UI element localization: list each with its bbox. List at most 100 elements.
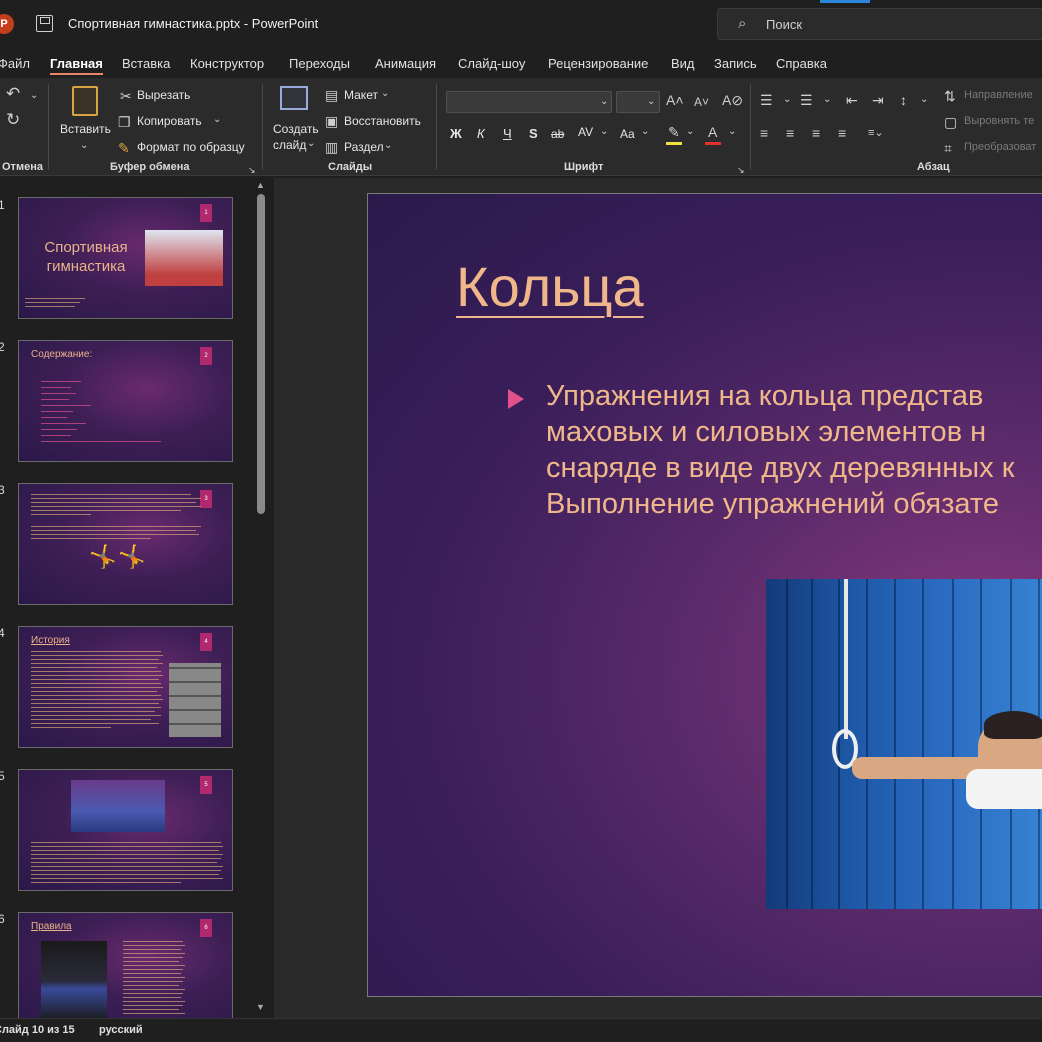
bold-button[interactable]: Ж xyxy=(450,126,462,141)
slide-thumbnail-4[interactable]: 4 История xyxy=(18,626,233,748)
copy-dropdown-icon[interactable]: ⌄ xyxy=(213,112,221,128)
slide-body-line[interactable]: маховых и силовых элементов н xyxy=(546,416,986,449)
line-spacing-dropdown-icon[interactable]: ⌄ xyxy=(920,92,928,108)
slide-body-line[interactable]: Упражнения на кольца представ xyxy=(546,380,983,413)
tab-insert[interactable]: Вставка xyxy=(122,56,170,71)
char-spacing-button[interactable]: AV xyxy=(578,125,593,139)
grow-font-icon[interactable]: A˄ xyxy=(666,92,684,108)
strikethrough-button[interactable]: ab xyxy=(551,127,564,141)
tab-home[interactable]: Главная xyxy=(50,56,103,75)
slide-thumbnail-5[interactable]: 5 xyxy=(18,769,233,891)
scroll-down-icon[interactable]: ▼ xyxy=(256,1002,265,1012)
line-spacing-icon[interactable]: ↕ xyxy=(900,92,907,108)
align-left-icon[interactable]: ≡ xyxy=(760,125,768,141)
reset-icon[interactable]: ▣ xyxy=(325,113,338,129)
cut-icon[interactable]: ✂ xyxy=(120,88,132,104)
layout-icon[interactable]: ▤ xyxy=(325,87,338,103)
copy-icon[interactable]: ❐ xyxy=(118,114,131,130)
clipboard-launcher-icon[interactable]: ↘ xyxy=(248,162,256,178)
current-slide[interactable]: Кольца Упражнения на кольца представ мах… xyxy=(367,193,1042,997)
undo-icon[interactable]: ↶ xyxy=(6,85,20,102)
shrink-font-icon[interactable]: A˅ xyxy=(694,94,709,110)
paste-dropdown-icon[interactable]: ⌄ xyxy=(80,138,88,154)
save-icon[interactable] xyxy=(36,15,53,32)
clear-formatting-icon[interactable]: A⊘ xyxy=(722,92,743,108)
scroll-thumb[interactable] xyxy=(257,194,265,514)
change-case-dropdown-icon[interactable]: ⌄ xyxy=(641,124,649,140)
justify-icon[interactable]: ≡ xyxy=(838,125,846,141)
increase-indent-icon[interactable]: ⇥ xyxy=(872,92,884,108)
align-text-icon[interactable]: ▢ xyxy=(944,114,957,130)
new-slide-dropdown-icon[interactable]: ⌄ xyxy=(307,136,315,152)
italic-button[interactable]: К xyxy=(477,126,485,141)
section-dropdown-icon[interactable]: ⌄ xyxy=(384,138,392,154)
underline-button[interactable]: Ч xyxy=(503,126,512,141)
font-family-select[interactable] xyxy=(446,91,612,113)
convert-smartart-button[interactable]: Преобразоват xyxy=(964,141,1036,153)
text-line xyxy=(31,719,151,720)
search-input[interactable]: ⌕ Поиск xyxy=(717,8,1042,40)
tab-transitions[interactable]: Переходы xyxy=(289,56,350,71)
decrease-indent-icon[interactable]: ⇤ xyxy=(846,92,858,108)
font-family-dropdown-icon[interactable]: ⌄ xyxy=(600,94,608,110)
smartart-icon[interactable]: ⌗ xyxy=(944,140,952,156)
numbering-dropdown-icon[interactable]: ⌄ xyxy=(823,92,831,108)
font-color-dropdown-icon[interactable]: ⌄ xyxy=(728,124,736,140)
font-size-dropdown-icon[interactable]: ⌄ xyxy=(647,94,655,110)
section-button[interactable]: Раздел xyxy=(344,140,384,154)
tab-slideshow[interactable]: Слайд-шоу xyxy=(458,56,525,71)
copy-button[interactable]: Копировать xyxy=(137,114,202,128)
layout-button[interactable]: Макет xyxy=(344,88,378,102)
paste-icon[interactable] xyxy=(72,86,98,116)
slide-body-line[interactable]: Выполнение упражнений обязате xyxy=(546,488,999,521)
new-slide-icon[interactable] xyxy=(280,86,308,110)
slide-thumbnail-6[interactable]: 6 Правила xyxy=(18,912,233,1018)
shadow-button[interactable]: S xyxy=(529,126,538,141)
slide-title[interactable]: Кольца xyxy=(456,254,644,319)
tab-design[interactable]: Конструктор xyxy=(190,56,264,71)
columns-icon[interactable]: ≡⌄ xyxy=(868,125,884,141)
align-text-button[interactable]: Выровнять те xyxy=(964,115,1034,127)
font-launcher-icon[interactable]: ↘ xyxy=(737,162,745,178)
bullets-icon[interactable]: ☰ xyxy=(760,92,773,108)
align-right-icon[interactable]: ≡ xyxy=(812,125,820,141)
numbering-icon[interactable]: ☰ xyxy=(800,92,813,108)
layout-dropdown-icon[interactable]: ⌄ xyxy=(381,86,389,102)
new-slide-button[interactable]: Создать xyxy=(273,122,319,136)
slide-thumbnail-3[interactable]: 3 🤸🤸 xyxy=(18,483,233,605)
cut-button[interactable]: Вырезать xyxy=(137,88,190,102)
slide-thumbnail-1[interactable]: 1 Спортивная гимнастика xyxy=(18,197,233,319)
bullets-dropdown-icon[interactable]: ⌄ xyxy=(783,92,791,108)
text-line xyxy=(31,651,161,652)
highlight-icon[interactable]: ✎ xyxy=(668,124,680,140)
format-painter-button[interactable]: Формат по образцу xyxy=(137,140,245,154)
reset-button[interactable]: Восстановить xyxy=(344,114,421,128)
text-direction-icon[interactable]: ⇅ xyxy=(944,88,956,104)
slide-thumbnail-2[interactable]: 2 Содержание: xyxy=(18,340,233,462)
tab-record[interactable]: Запись xyxy=(714,56,757,71)
language-indicator[interactable]: русский xyxy=(99,1024,143,1036)
scroll-up-icon[interactable]: ▲ xyxy=(256,180,265,190)
tab-animations[interactable]: Анимация xyxy=(375,56,436,71)
tab-file[interactable]: Файл xyxy=(0,56,30,71)
change-case-button[interactable]: Aa xyxy=(620,127,635,141)
thumbnail-number: 6 xyxy=(0,912,5,926)
paste-button[interactable]: Вставить xyxy=(60,122,111,136)
redo-icon[interactable]: ↻ xyxy=(6,111,20,128)
tab-help[interactable]: Справка xyxy=(776,56,827,71)
align-center-icon[interactable]: ≡ xyxy=(786,125,794,141)
thumbnails-scrollbar[interactable]: ▲ ▼ xyxy=(256,180,266,1020)
text-direction-button[interactable]: Направление xyxy=(964,89,1033,101)
undo-dropdown-icon[interactable]: ⌄ xyxy=(30,88,38,104)
new-slide-button-line2[interactable]: слайд xyxy=(273,138,306,152)
tab-review[interactable]: Рецензирование xyxy=(548,56,648,71)
tab-view[interactable]: Вид xyxy=(671,56,695,71)
section-icon[interactable]: ▥ xyxy=(325,139,338,155)
slide-body-line[interactable]: снаряде в виде двух деревянных к xyxy=(546,452,1014,485)
highlight-dropdown-icon[interactable]: ⌄ xyxy=(686,124,694,140)
format-painter-icon[interactable]: ✎ xyxy=(118,140,130,156)
curtain-fold xyxy=(894,579,896,909)
rings-gymnast-photo[interactable] xyxy=(766,579,1042,909)
font-color-icon[interactable]: A xyxy=(708,124,717,140)
char-spacing-dropdown-icon[interactable]: ⌄ xyxy=(600,124,608,140)
